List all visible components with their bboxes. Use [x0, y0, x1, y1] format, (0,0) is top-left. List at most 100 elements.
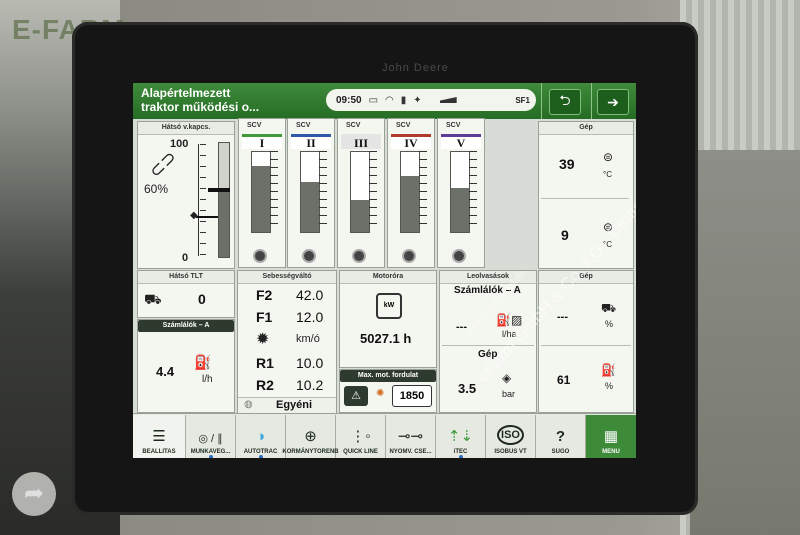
- tab-itec[interactable]: ⇡⇣ iTEC: [436, 415, 486, 458]
- scv-scale: [369, 151, 377, 231]
- scv-module[interactable]: SCV IV: [387, 118, 435, 268]
- machine-right-unit-2: %: [605, 381, 614, 391]
- hitch-scale-ticks: [200, 144, 206, 256]
- forward-button[interactable]: ➔: [597, 89, 629, 115]
- tab-implement[interactable]: ◎ / ∥ MUNKAVEG...: [186, 415, 236, 458]
- tab-settings[interactable]: ☰ BEALLITAS: [133, 415, 186, 458]
- tab-autotrac[interactable]: ◑ AUTOTRAC: [236, 415, 286, 458]
- machine-value-2: 9: [561, 227, 569, 243]
- module-header: Sebességváltó: [238, 271, 336, 284]
- speed-limit-icon: ⚠: [344, 386, 368, 406]
- scv-flow-fill: [401, 176, 419, 232]
- scv-scale: [469, 151, 477, 231]
- satellite-icon: ✦: [413, 94, 422, 106]
- max-rpm-input[interactable]: 1850: [392, 385, 432, 407]
- tractor-icon: ⛟: [601, 301, 617, 315]
- track-icon: ⊸⊸: [397, 428, 424, 445]
- share-icon[interactable]: ➦: [12, 472, 56, 516]
- transmission-module[interactable]: Sebességváltó F2 42.0 F1 12.0 ✹ km/ó R1 …: [237, 270, 337, 413]
- tab-menu[interactable]: ▦ MENU: [586, 415, 636, 458]
- max-engine-speed-module[interactable]: Max. mot. fordulat ⚠ ✺ 1850: [339, 369, 437, 413]
- module-header: Hátsó TLT: [138, 271, 234, 284]
- signal-icon: [428, 97, 457, 103]
- rear-pto-module[interactable]: Hátsó TLT ⛟ 0: [137, 270, 235, 318]
- counters-a-module[interactable]: Számlálók – A 4.4 ⛽ l/h: [137, 319, 235, 413]
- display-screen: Alapértelmezett traktor működési o... 09…: [133, 83, 636, 458]
- gear-speed: 12.0: [296, 309, 324, 325]
- scv-number: IV: [391, 134, 431, 149]
- thermometer-icon: ⊜: [603, 150, 614, 164]
- arrow-right-icon: ➔: [607, 93, 619, 110]
- tab-label: QUICK LINE: [343, 449, 378, 455]
- background-right-low: [690, 150, 800, 535]
- scv-tag: SCV: [247, 122, 262, 129]
- hitch-bar-fill: [219, 189, 229, 257]
- camera-icon: ▭: [368, 94, 379, 106]
- list-check-icon: ☰: [152, 428, 166, 445]
- run-page-title[interactable]: Alapértelmezett traktor működési o...: [141, 86, 259, 114]
- scv-flow-bar: [300, 151, 320, 233]
- rear-hitch-module[interactable]: Hátsó v.kapcs. 100 0 60% ⊂⊃ ◆: [137, 121, 235, 269]
- gear-label: F1: [256, 309, 273, 325]
- hitch-bar: [218, 142, 230, 258]
- tab-track[interactable]: ⊸⊸ NYOMV. CSE...: [386, 415, 436, 458]
- scv-tag: SCV: [296, 122, 311, 129]
- divider: [541, 345, 631, 346]
- scv-flow-fill: [301, 182, 319, 232]
- sf-label: SF1: [515, 95, 530, 105]
- pto-value: 0: [198, 291, 206, 307]
- scv-detent-icon: [253, 249, 267, 263]
- machine-right-value-2: 61: [557, 373, 571, 387]
- fuel-rate-unit: l/h: [202, 374, 213, 385]
- tab-quick-line[interactable]: ⋮◦ QUICK LINE: [336, 415, 386, 458]
- mode-icon: ◍: [244, 399, 253, 410]
- scv-module[interactable]: SCV I: [238, 118, 286, 268]
- fuel-rate-value: 4.4: [156, 364, 175, 379]
- tab-help[interactable]: ? SUGO: [536, 415, 586, 458]
- isobus-icon: ISO: [497, 425, 524, 445]
- scv-scale: [419, 151, 427, 231]
- engine-hours-module[interactable]: Motoróra kW 5027.1 h: [339, 270, 437, 368]
- back-button[interactable]: ⮌: [549, 89, 581, 115]
- status-center[interactable]: 09:50 ▭ ◠ ▮ ✦ SF1: [326, 89, 536, 111]
- scv-flow-fill: [351, 200, 369, 232]
- scv-tag: SCV: [446, 122, 461, 129]
- scv-flow-bar: [350, 151, 370, 233]
- scv-detent-icon: [402, 249, 416, 263]
- hitch-max: 100: [170, 138, 189, 150]
- hitch-scale-line: [198, 144, 199, 256]
- scv-flow-bar: [450, 151, 470, 233]
- scv-detent-icon: [452, 249, 466, 263]
- scv-module[interactable]: SCV III: [337, 118, 385, 268]
- pause-icon: ◎ / ∥: [198, 433, 223, 445]
- active-indicator: [208, 455, 213, 458]
- tab-label: NYOMV. CSE...: [389, 449, 432, 455]
- module-header: Hátsó v.kapcs.: [138, 122, 234, 135]
- quick-line-icon: ⋮◦: [350, 428, 371, 445]
- scv-scale: [319, 151, 327, 231]
- sun-indicator-icon: ✺: [376, 388, 385, 399]
- fuel-level-icon: ⛽: [601, 363, 616, 377]
- hitch-tool-icon: ◆: [190, 210, 198, 221]
- scv-module[interactable]: SCV II: [287, 118, 335, 268]
- scv-detent-icon: [302, 249, 316, 263]
- fuel-pump-icon: ⛽: [194, 354, 212, 370]
- tab-steering[interactable]: ⊕ KORMÁNYTORENB: [282, 415, 339, 458]
- gear-speed: 10.2: [296, 377, 324, 393]
- engine-hours: 5027.1 h: [360, 331, 412, 346]
- bottom-shortcut-bar: ☰ BEALLITAS ◎ / ∥ MUNKAVEG... ◑ AUTOTRAC…: [133, 413, 636, 458]
- tab-label: KORMÁNYTORENB: [282, 449, 339, 455]
- scv-flow-bar: [400, 151, 420, 233]
- scv-flow-fill: [451, 188, 469, 232]
- title-line-1: Alapértelmezett: [141, 86, 231, 100]
- arrow-left-icon: ⮌: [559, 92, 571, 108]
- top-bar: Alapértelmezett traktor működési o... 09…: [133, 83, 636, 119]
- pressure-value: 3.5: [458, 381, 477, 396]
- scv-module[interactable]: SCV V: [437, 118, 485, 268]
- tab-isobus[interactable]: ISO ISOBUS VT: [486, 415, 536, 458]
- steering-icon: ⊕: [304, 428, 317, 445]
- tab-label: ISOBUS VT: [494, 449, 527, 455]
- wifi-icon: ◠: [385, 94, 394, 106]
- module-header: Gép: [539, 122, 633, 135]
- gear-label: R1: [256, 355, 274, 371]
